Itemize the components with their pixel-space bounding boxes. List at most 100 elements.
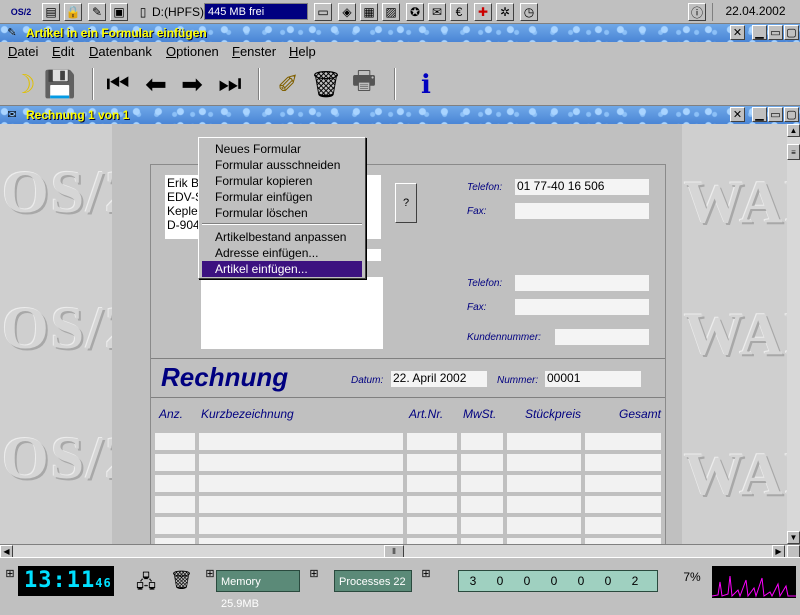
table-cell[interactable]: [461, 517, 503, 534]
gear-icon[interactable]: ✲: [496, 3, 514, 21]
menu-item-formular-kopieren[interactable]: Formular kopieren: [202, 173, 362, 189]
table-cell[interactable]: [585, 454, 661, 471]
clock-icon[interactable]: ◷: [520, 3, 538, 21]
table-cell[interactable]: [507, 496, 581, 513]
menu-item-formular-loeschen[interactable]: Formular löschen: [202, 205, 362, 221]
table-cell[interactable]: [199, 475, 403, 492]
minimize-icon[interactable]: ▁: [752, 25, 767, 40]
close-icon[interactable]: ✕: [730, 107, 745, 122]
menu-item-adresse-einfuegen[interactable]: Adresse einfügen...: [202, 245, 362, 261]
save-disk-icon[interactable]: 💾: [42, 66, 78, 102]
drive-icon[interactable]: ▯: [134, 3, 152, 21]
table-cell[interactable]: [461, 496, 503, 513]
table-cell[interactable]: [407, 454, 457, 471]
telefon-field[interactable]: 01 77-40 16 506: [515, 179, 649, 195]
table-cell[interactable]: [155, 475, 195, 492]
scroll-up-icon[interactable]: ▲: [787, 124, 800, 137]
eraser-icon[interactable]: ✐: [270, 66, 306, 102]
horizontal-scrollbar[interactable]: ◀ ⦀ ▶: [0, 544, 800, 558]
document-icon[interactable]: ▦: [360, 3, 378, 21]
table-cell[interactable]: [461, 475, 503, 492]
close-icon[interactable]: ✕: [730, 25, 745, 40]
table-cell[interactable]: [407, 475, 457, 492]
table-cell[interactable]: [461, 454, 503, 471]
expand-icon[interactable]: ⊞: [418, 566, 434, 582]
table-cell[interactable]: [199, 454, 403, 471]
table-cell[interactable]: [407, 433, 457, 450]
vertical-scrollbar[interactable]: ▲ ≡ ▼: [787, 124, 800, 544]
table-cell[interactable]: [407, 517, 457, 534]
firstaid-icon[interactable]: ✚: [474, 3, 492, 21]
help-icon[interactable]: ⓘ: [688, 3, 706, 21]
fax-field[interactable]: [515, 203, 649, 219]
kundennummer-field[interactable]: [555, 329, 649, 345]
table-cell[interactable]: [155, 517, 195, 534]
table-cell[interactable]: [199, 517, 403, 534]
expand-icon[interactable]: ⊞: [2, 566, 18, 582]
main-titlebar[interactable]: ✎ Artikel in ein Formular einfügen ✕ ▁ ▭…: [0, 24, 800, 42]
monitor-icon[interactable]: ▣: [110, 3, 128, 21]
menu-item-formular-einfuegen[interactable]: Formular einfügen: [202, 189, 362, 205]
menu-item-neues-formular[interactable]: Neues Formular: [202, 141, 362, 157]
folder-icon[interactable]: ▤: [42, 3, 60, 21]
table-cell[interactable]: [461, 433, 503, 450]
banana-icon[interactable]: ☽: [6, 66, 42, 102]
menu-help[interactable]: Help: [289, 44, 316, 59]
datum-field[interactable]: 22. April 2002: [391, 371, 487, 387]
photo-icon[interactable]: ▨: [382, 3, 400, 21]
table-cell[interactable]: [507, 433, 581, 450]
trash-icon[interactable]: 🗑: [170, 570, 193, 591]
mail-icon[interactable]: ✉: [428, 3, 446, 21]
tool-icon[interactable]: ✎: [88, 3, 106, 21]
table-cell[interactable]: [199, 496, 403, 513]
table-cell[interactable]: [155, 454, 195, 471]
maximize-icon[interactable]: ▢: [784, 25, 799, 40]
settings-icon[interactable]: ✪: [406, 3, 424, 21]
menu-item-formular-ausschneiden[interactable]: Formular ausschneiden: [202, 157, 362, 173]
first-record-icon[interactable]: ⏮: [100, 66, 136, 102]
fax2-field[interactable]: [515, 299, 649, 315]
nummer-field[interactable]: 00001: [545, 371, 641, 387]
scroll-down-icon[interactable]: ▼: [787, 531, 800, 544]
minimize-icon[interactable]: ▁: [752, 107, 767, 122]
table-cell[interactable]: [507, 517, 581, 534]
lock-icon[interactable]: 🔒: [64, 3, 82, 21]
computer-icon[interactable]: 🖧: [136, 570, 156, 600]
table-cell[interactable]: [407, 496, 457, 513]
network-icon[interactable]: ▭: [314, 3, 332, 21]
table-cell[interactable]: [507, 454, 581, 471]
table-cell[interactable]: [585, 433, 661, 450]
restore-icon[interactable]: ▭: [768, 107, 783, 122]
scroll-thumb[interactable]: ≡: [787, 144, 800, 160]
info-icon[interactable]: ℹ: [408, 66, 444, 102]
table-cell[interactable]: [585, 496, 661, 513]
menu-datei[interactable]: Datei: [8, 44, 38, 59]
menu-item-artikelbestand-anpassen[interactable]: Artikelbestand anpassen: [202, 229, 362, 245]
os2-logo-icon[interactable]: OS/2: [2, 3, 40, 21]
table-cell[interactable]: [507, 475, 581, 492]
print-icon[interactable]: 🖶: [346, 65, 382, 102]
delivery-address-field[interactable]: [201, 277, 383, 349]
table-cell[interactable]: [155, 433, 195, 450]
last-record-icon[interactable]: ⏭: [212, 66, 248, 102]
menu-datenbank[interactable]: Datenbank: [89, 44, 152, 59]
sysmenu-icon[interactable]: ✉: [4, 107, 20, 123]
disk-icon[interactable]: ◈: [338, 3, 356, 21]
app-icon[interactable]: ✎: [4, 25, 20, 41]
expand-icon[interactable]: ⊞: [306, 566, 322, 582]
help-button[interactable]: ?: [395, 183, 417, 223]
table-cell[interactable]: [585, 475, 661, 492]
menu-optionen[interactable]: Optionen: [166, 44, 219, 59]
maximize-icon[interactable]: ▢: [784, 107, 799, 122]
menu-edit[interactable]: Edit: [52, 44, 74, 59]
euro-icon[interactable]: €: [450, 3, 468, 21]
table-cell[interactable]: [155, 496, 195, 513]
next-record-icon[interactable]: ➡: [174, 66, 210, 102]
menu-fenster[interactable]: Fenster: [232, 44, 276, 59]
menu-item-artikel-einfuegen[interactable]: Artikel einfügen...: [202, 261, 362, 277]
restore-icon[interactable]: ▭: [768, 25, 783, 40]
prev-record-icon[interactable]: ⬅: [138, 66, 174, 102]
trash-icon[interactable]: 🗑: [308, 66, 344, 102]
table-cell[interactable]: [199, 433, 403, 450]
telefon2-field[interactable]: [515, 275, 649, 291]
